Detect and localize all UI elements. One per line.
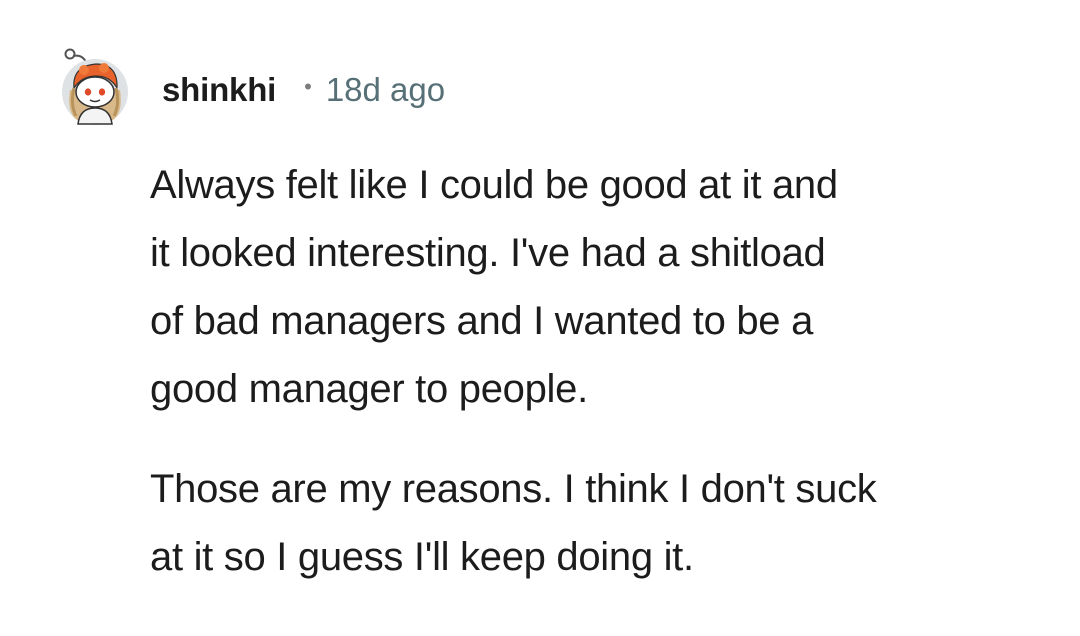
comment-meta: shinkhi • 18d ago <box>162 68 445 112</box>
author-username[interactable]: shinkhi <box>162 71 276 109</box>
comment: shinkhi • 18d ago Always felt like I cou… <box>0 0 1080 636</box>
comment-body: Always felt like I could be good at it a… <box>150 151 1050 591</box>
comment-paragraph: Those are my reasons. I think I don't su… <box>150 467 877 579</box>
comment-timestamp[interactable]: 18d ago <box>326 71 445 109</box>
meta-separator: • <box>304 74 312 99</box>
snoo-avatar-icon[interactable] <box>56 46 134 126</box>
comment-paragraph: Always felt like I could be good at it a… <box>150 163 838 411</box>
snoo-avatar-graphic <box>62 48 128 125</box>
